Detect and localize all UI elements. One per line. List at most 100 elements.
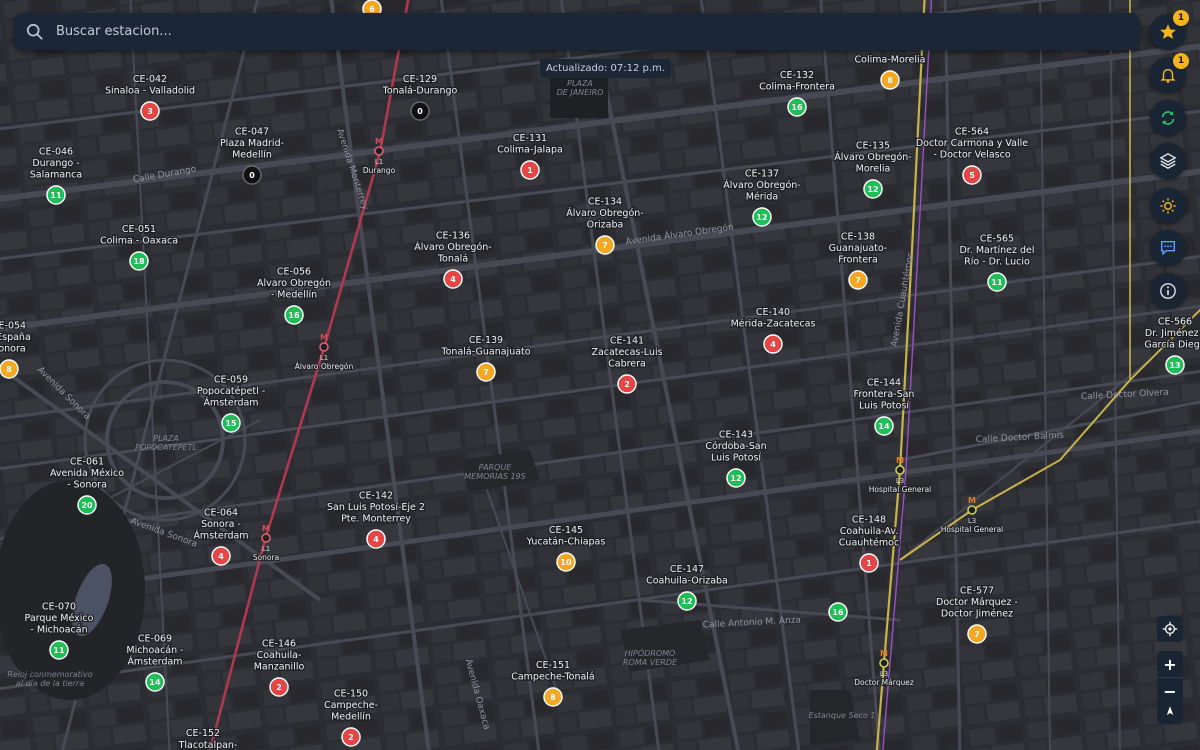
metro-m-icon: M xyxy=(968,496,976,505)
metro-line-label: L1 xyxy=(375,158,383,166)
metro-m-icon: M xyxy=(320,333,328,342)
station-bike-count: 15 xyxy=(225,419,237,428)
station-code: CE-142 xyxy=(359,491,393,502)
station-name: Campeche- xyxy=(324,700,378,711)
station-code: CE-148 xyxy=(852,515,886,526)
station-code: CE-070 xyxy=(42,602,76,613)
zoom-in-button[interactable]: + xyxy=(1157,651,1183,677)
metro-station-name: Doctor Márquez xyxy=(854,678,914,687)
station-name: Frontera xyxy=(838,255,878,266)
metro-m-icon: M xyxy=(375,137,383,146)
station-bike-count: 3 xyxy=(147,107,153,116)
station-name: San Luis Potosí-Eje 2 xyxy=(327,502,425,513)
station-name: Colima - Oaxaca xyxy=(100,236,178,247)
station-name: Dr. Martínez del xyxy=(959,245,1034,256)
refresh-button[interactable] xyxy=(1150,100,1186,136)
crosshair-icon xyxy=(1162,621,1178,637)
station-name: Campeche-Tonalá xyxy=(511,672,595,683)
chat-icon xyxy=(1160,240,1176,256)
station-code: CE-147 xyxy=(670,564,704,575)
station-code: CE-056 xyxy=(277,267,311,278)
station-name: Zacatecas-Luis xyxy=(591,347,662,358)
map-canvas[interactable]: Calle DurangoAvenida Álvaro ObregónCalle… xyxy=(0,0,1200,750)
station-name: Tlacotalpan- xyxy=(178,740,238,750)
station-name: Tonalá-Durango xyxy=(382,86,458,97)
north-arrow-icon xyxy=(1166,706,1174,715)
station-bike-count: 11 xyxy=(50,191,62,200)
refresh-icon xyxy=(1161,111,1175,125)
station-name: Yucatán-Chiapas xyxy=(526,537,606,548)
station-marker[interactable]: 16 xyxy=(828,602,848,622)
station-code: CE-152 xyxy=(186,728,220,739)
metro-station-name: Durango xyxy=(363,166,396,175)
station-bike-count: 10 xyxy=(560,558,572,567)
station-code: CE-140 xyxy=(756,307,790,318)
info-button[interactable] xyxy=(1150,273,1186,309)
station-code: CE-135 xyxy=(856,141,890,152)
station-bike-count: 11 xyxy=(991,278,1003,287)
station-bike-count: 7 xyxy=(974,630,980,639)
station-bike-count: 8 xyxy=(6,365,12,374)
station-bike-count: 0 xyxy=(417,107,423,116)
updated-timestamp: Actualizado: 07:12 p.m. xyxy=(540,59,671,78)
station-code: CE-137 xyxy=(745,169,779,180)
station-name: Morelia xyxy=(856,164,891,175)
station-name: Coahuila-Orizaba xyxy=(646,576,728,587)
notifications-button[interactable]: 1 xyxy=(1150,53,1189,93)
station-name: Orizaba xyxy=(587,220,624,231)
station-bike-count: 8 xyxy=(887,76,893,85)
search-input[interactable] xyxy=(54,23,1058,40)
place-label: Estanque Seco 1 xyxy=(809,711,876,720)
metro-station-name: Hospital General xyxy=(941,525,1004,534)
station-name: Álvaro Obregón- xyxy=(414,241,491,253)
station-bike-count: 7 xyxy=(855,276,861,285)
station-name: Popocatépetl - xyxy=(197,386,265,397)
metro-line-label: L1 xyxy=(320,354,328,362)
station-name: Durango - xyxy=(32,158,79,169)
station-bike-count: 1 xyxy=(527,166,533,175)
theme-button[interactable] xyxy=(1150,188,1186,224)
metro-station-name: Álvaro Obregón xyxy=(295,362,354,371)
station-name: Ámsterdam xyxy=(203,397,258,409)
station-code: CE-054 xyxy=(0,321,26,332)
notifications-badge: 1 xyxy=(1173,53,1189,69)
station-bike-count: 7 xyxy=(602,241,608,250)
station-bike-count: 0 xyxy=(249,171,255,180)
station-bike-count: 2 xyxy=(276,683,282,692)
station-name: Doctor Márquez - xyxy=(936,597,1018,608)
station-code: CE-132 xyxy=(780,70,814,81)
station-bike-count: 12 xyxy=(730,474,741,483)
station-name: Plaza Madrid- xyxy=(220,138,284,149)
station-code: CE-042 xyxy=(133,74,167,85)
station-name: Cabrera xyxy=(608,359,646,370)
chat-button[interactable] xyxy=(1150,230,1186,266)
station-bike-count: 14 xyxy=(878,422,890,431)
station-name: Coahuila-Av. xyxy=(840,526,898,537)
station-bike-count: 16 xyxy=(791,103,803,112)
north-button[interactable] xyxy=(1157,698,1183,724)
station-bike-count: 4 xyxy=(770,340,776,349)
metro-line-label: L1 xyxy=(262,545,270,553)
metro-m-icon: M xyxy=(896,456,904,465)
metro-m-icon: M xyxy=(262,524,270,533)
favorites-button[interactable]: 1 xyxy=(1150,10,1189,50)
station-bike-count: 20 xyxy=(81,501,93,510)
station-code: CE-046 xyxy=(39,147,73,158)
station-code: CE-145 xyxy=(549,525,583,536)
station-name: Colima-Jalapa xyxy=(497,145,563,156)
station-code: CE-564 xyxy=(955,127,989,138)
metro-station-name: Hospital General xyxy=(869,485,932,494)
layers-button[interactable] xyxy=(1150,143,1186,179)
station-code: CE-566 xyxy=(1158,317,1192,328)
station-name: Salamanca xyxy=(30,170,82,181)
station-name: Ámsterdam xyxy=(127,656,182,668)
station-name: Medellín xyxy=(232,150,272,161)
station-name: Luis Potosí xyxy=(859,401,909,412)
station-name: Luis Potosí xyxy=(711,453,761,464)
station-code: CE-136 xyxy=(436,231,470,242)
station-name: García Diego xyxy=(1144,340,1200,351)
metro-line-label: L3 xyxy=(896,477,904,485)
station-code: CE-144 xyxy=(867,378,901,389)
locate-button[interactable] xyxy=(1157,616,1183,642)
station-name: Álvaro Obregón- xyxy=(834,151,911,163)
